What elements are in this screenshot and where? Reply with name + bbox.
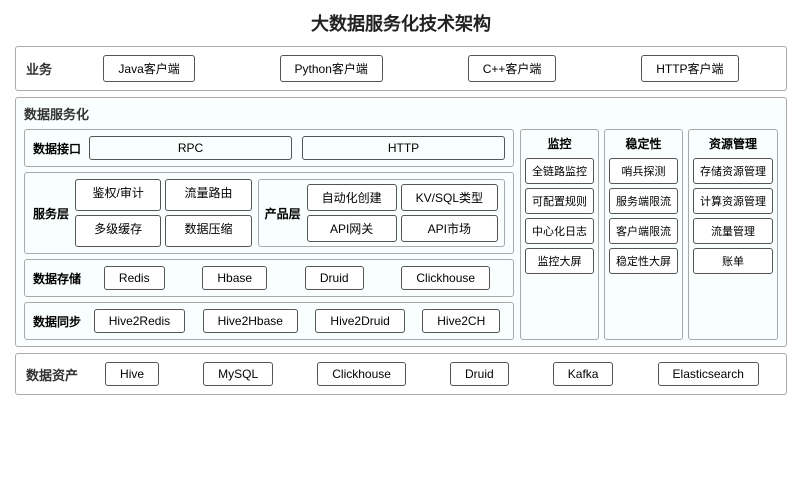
- stability-item-1: 服务端限流: [609, 188, 678, 214]
- right-panels: 监控 全链路监控 可配置规则 中心化日志 监控大屏 稳定性 哨兵探测 服务端限流…: [520, 129, 778, 340]
- ds-inner: 数据接口 RPC HTTP 服务层 鉴权/审计 流量路由 多级缓存 数据压缩: [24, 129, 778, 340]
- resource-title: 资源管理: [709, 135, 757, 152]
- resource-item-3: 账单: [693, 248, 773, 274]
- resource-item-2: 流量管理: [693, 218, 773, 244]
- service-grid: 鉴权/审计 流量路由 多级缓存 数据压缩: [75, 179, 252, 247]
- stability-title: 稳定性: [625, 135, 661, 152]
- data-service-title: 数据服务化: [24, 104, 778, 123]
- asset-elasticsearch: Elasticsearch: [658, 362, 759, 386]
- stability-panel: 稳定性 哨兵探测 服务端限流 客户端限流 稳定性大屏: [604, 129, 683, 340]
- ds-left: 数据接口 RPC HTTP 服务层 鉴权/审计 流量路由 多级缓存 数据压缩: [24, 129, 514, 340]
- client-http: HTTP客户端: [641, 55, 738, 82]
- asset-mysql: MySQL: [203, 362, 273, 386]
- storage-clickhouse: Clickhouse: [401, 266, 490, 290]
- data-assets-section: 数据资产 Hive MySQL Clickhouse Druid Kafka E…: [15, 353, 787, 395]
- sync-hive2druid: Hive2Druid: [315, 309, 404, 333]
- service-layer-row: 服务层 鉴权/审计 流量路由 多级缓存 数据压缩 产品层 自动化创建 KV/SQ…: [24, 172, 514, 254]
- data-interface-label: 数据接口: [33, 140, 81, 157]
- product-section: 产品层 自动化创建 KV/SQL类型 API网关 API市场: [258, 179, 505, 247]
- asset-druid: Druid: [450, 362, 509, 386]
- client-cpp: C++客户端: [468, 55, 557, 82]
- service-item-0: 鉴权/审计: [75, 179, 161, 211]
- monitor-item-2: 中心化日志: [525, 218, 594, 244]
- stability-item-3: 稳定性大屏: [609, 248, 678, 274]
- storage-items: Redis Hbase Druid Clickhouse: [89, 266, 505, 290]
- sync-hive2ch: Hive2CH: [422, 309, 500, 333]
- product-item-2: API网关: [307, 215, 397, 242]
- product-item-1: KV/SQL类型: [401, 184, 498, 211]
- resource-panel: 资源管理 存储资源管理 计算资源管理 流量管理 账单: [688, 129, 778, 340]
- monitor-title: 监控: [547, 135, 571, 152]
- monitor-item-3: 监控大屏: [525, 248, 594, 274]
- stability-item-2: 客户端限流: [609, 218, 678, 244]
- data-interface-row: 数据接口 RPC HTTP: [24, 129, 514, 167]
- client-java: Java客户端: [103, 55, 194, 82]
- di-rpc: RPC: [89, 136, 292, 160]
- assets-items: Hive MySQL Clickhouse Druid Kafka Elasti…: [88, 362, 776, 386]
- data-sync-label: 数据同步: [33, 313, 81, 330]
- monitor-item-1: 可配置规则: [525, 188, 594, 214]
- client-python: Python客户端: [280, 55, 383, 82]
- sync-items: Hive2Redis Hive2Hbase Hive2Druid Hive2CH: [89, 309, 505, 333]
- product-grid: 自动化创建 KV/SQL类型 API网关 API市场: [307, 184, 498, 242]
- product-label: 产品层: [265, 205, 301, 222]
- business-label: 业务: [26, 59, 56, 78]
- sync-hive2redis: Hive2Redis: [94, 309, 185, 333]
- storage-redis: Redis: [104, 266, 165, 290]
- service-layer-label: 服务层: [33, 205, 69, 222]
- monitor-item-0: 全链路监控: [525, 158, 594, 184]
- product-item-3: API市场: [401, 215, 498, 242]
- data-sync-row: 数据同步 Hive2Redis Hive2Hbase Hive2Druid Hi…: [24, 302, 514, 340]
- clients-row: Java客户端 Python客户端 C++客户端 HTTP客户端: [66, 55, 776, 82]
- resource-item-1: 计算资源管理: [693, 188, 773, 214]
- stability-item-0: 哨兵探测: [609, 158, 678, 184]
- service-item-3: 数据压缩: [165, 215, 251, 247]
- storage-druid: Druid: [305, 266, 364, 290]
- data-assets-label: 数据资产: [26, 365, 78, 384]
- product-item-0: 自动化创建: [307, 184, 397, 211]
- business-section: 业务 Java客户端 Python客户端 C++客户端 HTTP客户端: [15, 46, 787, 91]
- monitor-panel: 监控 全链路监控 可配置规则 中心化日志 监控大屏: [520, 129, 599, 340]
- di-http: HTTP: [302, 136, 505, 160]
- data-service-section: 数据服务化 数据接口 RPC HTTP 服务层 鉴权/审计 流量路由 多级缓存: [15, 97, 787, 347]
- asset-hive: Hive: [105, 362, 159, 386]
- service-item-2: 多级缓存: [75, 215, 161, 247]
- service-item-1: 流量路由: [165, 179, 251, 211]
- service-content: 鉴权/审计 流量路由 多级缓存 数据压缩 产品层 自动化创建 KV/SQL类型 …: [75, 179, 505, 247]
- asset-kafka: Kafka: [553, 362, 614, 386]
- page-title: 大数据服务化技术架构: [15, 10, 787, 36]
- asset-clickhouse: Clickhouse: [317, 362, 406, 386]
- data-interface-boxes: RPC HTTP: [89, 136, 505, 160]
- data-storage-row: 数据存储 Redis Hbase Druid Clickhouse: [24, 259, 514, 297]
- sync-hive2hbase: Hive2Hbase: [203, 309, 298, 333]
- resource-item-0: 存储资源管理: [693, 158, 773, 184]
- data-storage-label: 数据存储: [33, 270, 81, 287]
- storage-hbase: Hbase: [202, 266, 267, 290]
